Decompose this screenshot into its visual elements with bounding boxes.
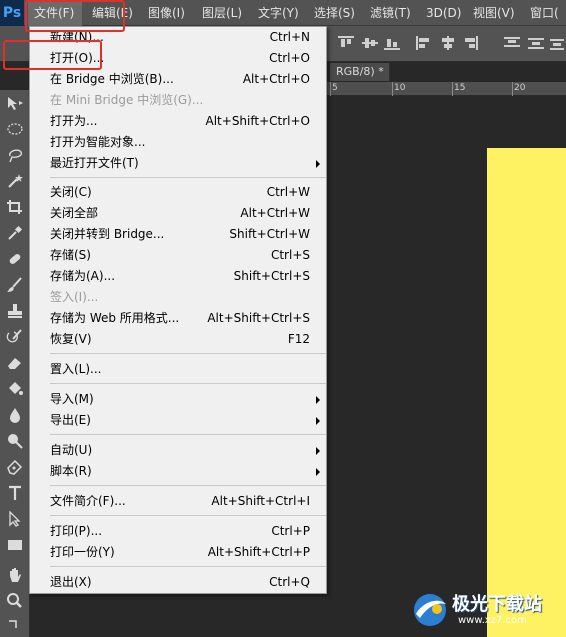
align-right-icon[interactable] xyxy=(462,36,478,50)
menu-item-print-one-copy[interactable]: 打印一份(Y) Alt+Shift+Ctrl+P xyxy=(30,542,326,563)
align-top-icon[interactable] xyxy=(338,36,354,50)
menu-3d[interactable]: 3D(D) xyxy=(426,0,461,26)
magic-wand-tool-icon[interactable] xyxy=(0,170,30,192)
menu-item-import[interactable]: 导入(M) xyxy=(30,389,326,410)
watermark: 极光下载站 www.xz7.com xyxy=(408,582,566,637)
distribute-top-icon[interactable] xyxy=(504,36,520,50)
menu-view[interactable]: 视图(V) xyxy=(473,0,515,26)
marquee-tool-icon[interactable] xyxy=(0,118,30,140)
menu-item-scripts[interactable]: 脚本(R) xyxy=(30,461,326,482)
highlight-file-menu xyxy=(25,0,125,32)
align-bottom-icon[interactable] xyxy=(384,36,400,50)
menu-item-exit[interactable]: 退出(X) Ctrl+Q xyxy=(30,572,326,593)
paint-bucket-tool-icon[interactable] xyxy=(0,378,30,400)
eyedropper-tool-icon[interactable] xyxy=(0,222,30,244)
pen-tool-icon[interactable] xyxy=(0,456,30,478)
submenu-arrow-icon xyxy=(316,396,320,404)
submenu-arrow-icon xyxy=(316,468,320,476)
highlight-open-item xyxy=(3,40,102,70)
healing-brush-tool-icon[interactable] xyxy=(0,248,30,270)
menu-item-close-all[interactable]: 关闭全部 Alt+Ctrl+W xyxy=(30,203,326,224)
ruler-label: 10 xyxy=(394,83,406,93)
clone-stamp-tool-icon[interactable] xyxy=(0,300,30,322)
photoshop-logo: Ps xyxy=(0,0,24,26)
dodge-tool-icon[interactable] xyxy=(0,430,30,452)
watermark-title: 极光下载站 xyxy=(452,594,542,615)
toolbox xyxy=(0,90,30,637)
type-tool-icon[interactable] xyxy=(0,482,30,504)
document-tab[interactable]: RGB/8) * xyxy=(330,63,390,81)
distribute-vcenter-icon[interactable] xyxy=(528,36,544,50)
menu-layer[interactable]: 图层(L) xyxy=(202,0,242,26)
eraser-tool-icon[interactable] xyxy=(0,352,30,374)
menu-item-check-in: 签入(I)... xyxy=(50,290,99,304)
menu-item-export[interactable]: 导出(E) xyxy=(30,410,326,431)
menu-filter[interactable]: 滤镜(T) xyxy=(370,0,411,26)
menu-separator xyxy=(50,383,326,384)
hand-tool-icon[interactable] xyxy=(0,564,30,586)
zoom-tool-icon[interactable] xyxy=(0,590,30,612)
menu-item-revert[interactable]: 恢复(V) F12 xyxy=(30,329,326,350)
ruler-label: 15 xyxy=(454,83,466,93)
ruler-label: 20 xyxy=(514,83,526,93)
menu-item-save[interactable]: 存储(S) Ctrl+S xyxy=(30,245,326,266)
menu-item-save-as[interactable]: 存储为(A)... Shift+Ctrl+S xyxy=(30,266,326,287)
menu-separator xyxy=(50,177,326,178)
move-tool-icon[interactable] xyxy=(0,92,30,114)
menu-separator xyxy=(50,434,326,435)
watermark-url: www.xz7.com xyxy=(458,615,527,626)
menu-item-browse-mini-bridge: 在 Mini Bridge 中浏览(G)... xyxy=(50,93,204,107)
submenu-arrow-icon xyxy=(316,447,320,455)
menu-item-print[interactable]: 打印(P)... Ctrl+P xyxy=(30,521,326,542)
menu-item-browse-bridge[interactable]: 在 Bridge 中浏览(B)... Alt+Ctrl+O xyxy=(30,69,326,90)
brush-tool-icon[interactable] xyxy=(0,274,30,296)
history-brush-tool-icon[interactable] xyxy=(0,326,30,348)
menu-item-file-info[interactable]: 文件简介(F)... Alt+Shift+Ctrl+I xyxy=(30,491,326,512)
swap-colors-icon[interactable] xyxy=(0,614,30,636)
submenu-arrow-icon xyxy=(316,160,320,168)
align-left-icon[interactable] xyxy=(416,36,432,50)
file-menu-dropdown: 新建(N)... Ctrl+N 打开(O)... Ctrl+O 在 Bridge 中… xyxy=(29,26,327,594)
menu-item-open-as[interactable]: 打开为... Alt+Shift+Ctrl+O xyxy=(30,111,326,132)
rectangle-tool-icon[interactable] xyxy=(0,534,30,556)
menu-item-open-recent[interactable]: 最近打开文件(T) xyxy=(30,153,326,174)
menu-item-close[interactable]: 关闭(C) Ctrl+W xyxy=(30,182,326,203)
menu-item-automate[interactable]: 自动(U) xyxy=(30,440,326,461)
lasso-tool-icon[interactable] xyxy=(0,144,30,166)
watermark-logo-icon xyxy=(414,594,446,626)
align-hcenter-icon[interactable] xyxy=(440,36,456,50)
menu-window[interactable]: 窗口( xyxy=(530,0,559,26)
menu-image[interactable]: 图像(I) xyxy=(148,0,185,26)
menu-item-save-for-web[interactable]: 存储为 Web 所用格式... Alt+Shift+Ctrl+S xyxy=(30,308,326,329)
canvas-layer-fill xyxy=(487,148,566,637)
menu-item-place[interactable]: 置入(L)... xyxy=(30,359,326,380)
submenu-arrow-icon xyxy=(316,417,320,425)
align-vcenter-icon[interactable] xyxy=(362,36,378,50)
menu-select[interactable]: 选择(S) xyxy=(314,0,355,26)
menu-separator xyxy=(50,485,326,486)
menu-item-close-go-bridge[interactable]: 关闭并转到 Bridge... Shift+Ctrl+W xyxy=(30,224,326,245)
ruler-label: 5 xyxy=(332,83,338,93)
distribute-bottom-icon[interactable] xyxy=(550,36,566,50)
menu-separator xyxy=(50,515,326,516)
menu-separator xyxy=(50,566,326,567)
path-selection-tool-icon[interactable] xyxy=(0,508,30,530)
menu-item-open-smart-object[interactable]: 打开为智能对象... xyxy=(30,132,326,153)
blur-tool-icon[interactable] xyxy=(0,404,30,426)
menu-type[interactable]: 文字(Y) xyxy=(258,0,299,26)
crop-tool-icon[interactable] xyxy=(0,196,30,218)
menu-separator xyxy=(50,353,326,354)
